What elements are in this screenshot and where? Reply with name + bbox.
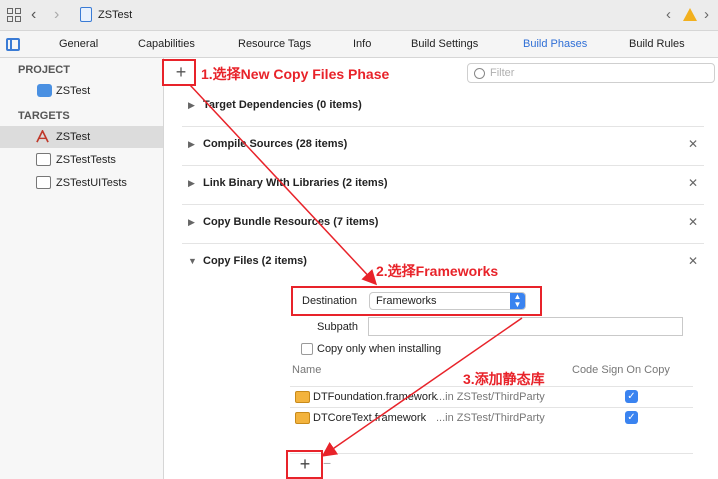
close-icon[interactable]: ✕ <box>688 137 698 151</box>
copy-only-checkbox[interactable] <box>301 343 313 355</box>
sidebar-item-label: ZSTest <box>56 85 91 97</box>
sidebar-item-label: ZSTestUITests <box>56 177 127 189</box>
sidebar-item-target-tests[interactable]: ZSTestTests <box>0 149 163 171</box>
chevron-right-icon[interactable]: › <box>54 6 59 24</box>
project-sidebar: PROJECT ZSTest TARGETS ZSTest ZSTestTest… <box>0 58 164 479</box>
close-icon[interactable]: ✕ <box>688 176 698 190</box>
close-icon[interactable]: ✕ <box>688 215 698 229</box>
phase-compile-sources[interactable]: ▶ Compile Sources (28 items) ✕ <box>182 127 704 166</box>
test-bundle-icon <box>36 153 51 166</box>
annotation-box-add-phase <box>162 59 196 86</box>
file-name: DTFoundation.framework <box>313 391 438 403</box>
targets-header: TARGETS <box>18 110 70 122</box>
annotation-step3: 3.添加静态库 <box>463 371 545 387</box>
sidebar-item-label: ZSTest <box>56 131 91 143</box>
issue-prev-icon[interactable]: ‹ <box>666 6 671 23</box>
disclosure-right-icon[interactable]: ▶ <box>188 178 195 189</box>
test-bundle-icon <box>36 176 51 189</box>
app-target-icon <box>36 130 49 143</box>
file-path: ...in ZSTest/ThirdParty <box>436 412 545 424</box>
project-header: PROJECT <box>18 64 70 76</box>
filter-icon <box>474 68 485 79</box>
disclosure-right-icon[interactable]: ▶ <box>188 217 195 228</box>
remove-file-button[interactable]: − <box>323 455 331 471</box>
filter-field[interactable]: Filter <box>467 63 715 83</box>
tab-build-phases[interactable]: Build Phases <box>523 38 587 50</box>
app-project-icon <box>37 84 52 97</box>
file-path: ...in ZSTest/ThirdParty <box>436 391 545 403</box>
sidebar-item-target-uitests[interactable]: ZSTestUITests <box>0 172 163 194</box>
tab-build-settings[interactable]: Build Settings <box>411 38 478 50</box>
annotation-box-destination <box>291 286 542 316</box>
table-row[interactable]: DTCoreText.framework ...in ZSTest/ThirdP… <box>290 407 693 428</box>
annotation-step1: 1.选择New Copy Files Phase <box>201 66 390 82</box>
issue-next-icon[interactable]: › <box>704 6 709 23</box>
phase-copy-bundle-resources[interactable]: ▶ Copy Bundle Resources (7 items) ✕ <box>182 205 704 244</box>
tab-info[interactable]: Info <box>353 38 371 50</box>
phase-title: Compile Sources (28 items) <box>203 138 348 150</box>
tab-capabilities[interactable]: Capabilities <box>138 38 195 50</box>
related-items-icon[interactable] <box>7 8 21 22</box>
window-toolbar: ‹ › ZSTest ‹ › <box>0 0 718 31</box>
disclosure-right-icon[interactable]: ▶ <box>188 139 195 150</box>
file-name: DTCoreText.framework <box>313 412 427 424</box>
sidebar-toggle-icon[interactable] <box>6 38 20 51</box>
tab-general[interactable]: General <box>59 38 98 50</box>
phase-title: Target Dependencies (0 items) <box>203 99 362 111</box>
phase-target-dependencies[interactable]: ▶ Target Dependencies (0 items) <box>182 88 704 127</box>
sidebar-item-project[interactable]: ZSTest <box>0 80 163 102</box>
tab-resource-tags[interactable]: Resource Tags <box>238 38 311 50</box>
framework-icon <box>295 391 310 403</box>
close-icon[interactable]: ✕ <box>688 254 698 268</box>
phase-title: Copy Files (2 items) <box>203 255 307 267</box>
sidebar-item-label: ZSTestTests <box>56 154 116 166</box>
editor-tab-bar: General Capabilities Resource Tags Info … <box>0 31 718 58</box>
sidebar-item-target-zstest[interactable]: ZSTest <box>0 126 163 148</box>
warning-icon[interactable] <box>683 8 697 21</box>
phase-title: Link Binary With Libraries (2 items) <box>203 177 388 189</box>
subpath-label: Subpath <box>317 321 358 333</box>
phase-link-binary[interactable]: ▶ Link Binary With Libraries (2 items) ✕ <box>182 166 704 205</box>
framework-icon <box>295 412 310 424</box>
code-sign-checkbox[interactable]: ✓ <box>625 390 638 403</box>
subpath-input[interactable] <box>368 317 683 336</box>
chevron-left-icon[interactable]: ‹ <box>31 6 36 24</box>
column-header-name[interactable]: Name <box>292 364 321 376</box>
annotation-step2: 2.选择Frameworks <box>376 263 499 279</box>
table-divider <box>290 453 693 454</box>
annotation-box-add-file <box>286 450 323 479</box>
copy-only-label: Copy only when installing <box>317 343 442 355</box>
filter-placeholder: Filter <box>490 67 515 79</box>
tab-build-rules[interactable]: Build Rules <box>629 38 685 50</box>
disclosure-right-icon[interactable]: ▶ <box>188 100 195 111</box>
phase-title: Copy Bundle Resources (7 items) <box>203 216 379 228</box>
column-header-codesign[interactable]: Code Sign On Copy <box>572 364 670 376</box>
project-breadcrumb[interactable]: ZSTest <box>98 9 132 21</box>
disclosure-down-icon[interactable]: ▼ <box>188 256 197 266</box>
code-sign-checkbox[interactable]: ✓ <box>625 411 638 424</box>
table-row[interactable]: DTFoundation.framework ...in ZSTest/Thir… <box>290 386 693 407</box>
project-file-icon <box>80 7 92 22</box>
